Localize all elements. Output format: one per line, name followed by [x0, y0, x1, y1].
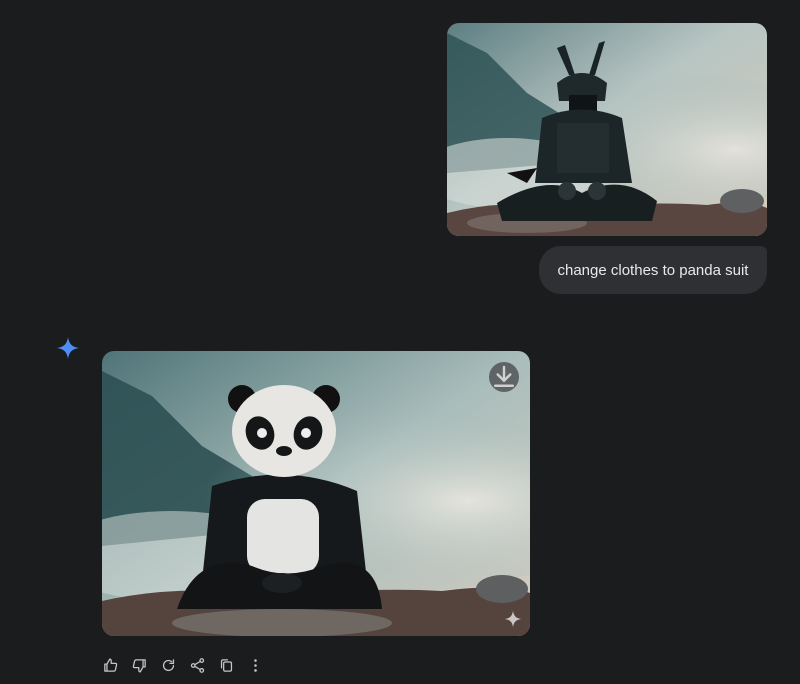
- copy-button[interactable]: [214, 652, 238, 678]
- share-icon: [190, 657, 204, 673]
- thumbs-up-button[interactable]: [98, 652, 122, 678]
- samurai-image: [447, 23, 767, 236]
- download-button[interactable]: [489, 362, 519, 392]
- copy-icon: [220, 658, 232, 672]
- share-button[interactable]: [185, 652, 209, 678]
- download-icon: [494, 365, 514, 387]
- regenerate-button[interactable]: [156, 652, 180, 678]
- user-message-bubble: change clothes to panda suit: [539, 246, 767, 294]
- more-vertical-icon: [253, 658, 257, 672]
- sparkle-icon: [56, 336, 80, 360]
- response-action-bar: [98, 652, 267, 678]
- thumbs-down-icon: [132, 658, 146, 673]
- thumbs-up-icon: [103, 657, 117, 672]
- generated-image[interactable]: [102, 351, 530, 636]
- panda-image: [102, 351, 530, 636]
- user-uploaded-image[interactable]: [447, 23, 767, 236]
- thumbs-down-button[interactable]: [127, 652, 151, 678]
- regenerate-icon: [162, 658, 174, 671]
- user-message-text: change clothes to panda suit: [557, 261, 749, 279]
- sparkle-icon: [504, 610, 522, 628]
- more-options-button[interactable]: [243, 652, 267, 678]
